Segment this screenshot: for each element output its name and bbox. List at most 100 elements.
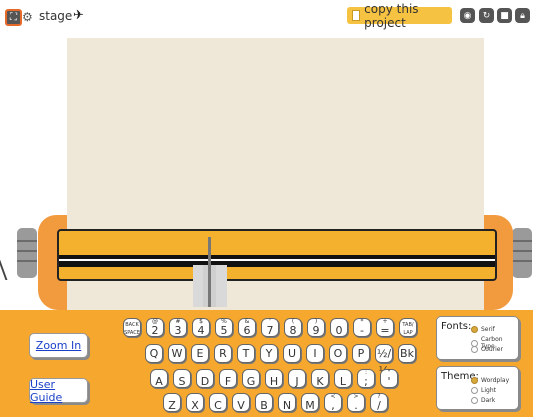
key-label: 0 — [335, 324, 343, 337]
key-label: . — [354, 399, 358, 412]
font-option-serif[interactable]: Serif — [471, 326, 495, 333]
key-label: B — [260, 399, 268, 412]
key-label: ' — [387, 375, 391, 388]
key-row3-8[interactable]: L — [334, 369, 352, 388]
key-row2-3[interactable]: R — [214, 344, 232, 363]
key-row1-8[interactable]: ) 9 — [307, 318, 325, 337]
turbo-icon[interactable]: ↻ — [479, 8, 494, 23]
theme-option-label: Wordplay — [481, 377, 510, 384]
key-label: Bk — [400, 347, 414, 360]
key-row3-3[interactable]: F — [219, 369, 237, 388]
key-label: Q — [149, 347, 159, 360]
key-row1-12[interactable]: TAB/LAP — [399, 318, 417, 337]
key-row2-1[interactable]: W — [168, 344, 186, 363]
key-label: 5 — [220, 324, 228, 337]
document-icon — [352, 10, 361, 21]
font-option-courier[interactable]: Courier — [471, 346, 503, 353]
key-row4-3[interactable]: V — [232, 393, 250, 412]
key-row1-5[interactable]: & 6 — [238, 318, 256, 337]
key-row4-5[interactable]: N — [278, 393, 296, 412]
key-row3-5[interactable]: H — [265, 369, 283, 388]
copy-project-button[interactable]: copy this project — [347, 2, 452, 30]
radio-icon[interactable] — [471, 377, 478, 384]
key-row4-1[interactable]: X — [186, 393, 204, 412]
zoom-in-button[interactable]: Zoom In — [29, 333, 88, 358]
key-row3-7[interactable]: K — [311, 369, 329, 388]
user-guide-button[interactable]: User Guide — [29, 378, 88, 404]
key-row2-11[interactable]: Bk — [398, 344, 416, 363]
key-label: L — [339, 375, 347, 388]
script-icon[interactable]: ⚙ — [22, 10, 33, 24]
key-label: V — [237, 399, 245, 412]
key-row4-7[interactable]: <, — [324, 393, 342, 412]
key-row2-4[interactable]: T — [237, 344, 255, 363]
key-row2-5[interactable]: Y — [260, 344, 278, 363]
key-row1-9[interactable]: 0 — [330, 318, 348, 337]
theme-option-wordplay[interactable]: Wordplay — [471, 377, 509, 384]
key-row1-4[interactable]: % 5 — [215, 318, 233, 337]
key-row1-10[interactable]: * - — [353, 318, 371, 337]
right-carriage-knob[interactable] — [512, 228, 532, 278]
typing-indicator — [208, 237, 211, 307]
radio-icon[interactable] — [471, 326, 478, 333]
key-row3-9[interactable]: :; — [357, 369, 375, 388]
radio-icon[interactable] — [471, 346, 478, 353]
key-row2-2[interactable]: E — [191, 344, 209, 363]
eye-icon[interactable]: ◉ — [460, 8, 475, 23]
key-row3-6[interactable]: J — [288, 369, 306, 388]
key-label: X — [191, 399, 199, 412]
key-row4-8[interactable]: >. — [347, 393, 365, 412]
key-row3-4[interactable]: G — [242, 369, 260, 388]
key-label: D — [200, 375, 210, 388]
key-label: W — [171, 347, 183, 360]
key-label: SPACE — [124, 330, 140, 336]
key-label: S — [178, 375, 186, 388]
key-label: T — [242, 347, 250, 360]
paper-guide-right — [216, 265, 227, 307]
key-label: LAP — [403, 330, 413, 336]
key-row2-6[interactable]: U — [283, 344, 301, 363]
key-row3-1[interactable]: S — [173, 369, 191, 388]
key-row4-6[interactable]: M — [301, 393, 319, 412]
key-label: 2 — [151, 324, 159, 337]
key-row4-9[interactable]: ? / — [370, 393, 388, 412]
radio-icon[interactable] — [471, 397, 478, 404]
key-label: 9 — [312, 324, 320, 337]
key-label: 8 — [289, 324, 297, 337]
theme-option-dark[interactable]: Dark — [471, 397, 495, 404]
lock-icon[interactable]: 🔒︎ — [515, 8, 530, 23]
fullscreen-icon[interactable]: ⛶ — [5, 9, 22, 26]
key-row4-2[interactable]: C — [209, 393, 227, 412]
key-row2-8[interactable]: O — [329, 344, 347, 363]
key-label: 3 — [174, 324, 182, 337]
key-row4-4[interactable]: B — [255, 393, 273, 412]
theme-panel: Theme: Wordplay Light Dark — [436, 366, 519, 410]
key-row1-11[interactable]: + = — [376, 318, 394, 337]
radio-icon[interactable] — [471, 387, 478, 394]
key-row3-0[interactable]: A — [150, 369, 168, 388]
platen-roller — [59, 255, 495, 267]
key-label: 6 — [243, 324, 251, 337]
key-row3-10[interactable]: " ' — [380, 369, 398, 388]
key-row2-7[interactable]: I — [306, 344, 324, 363]
key-row2-9[interactable]: P — [352, 344, 370, 363]
stage-sprite-icon[interactable]: ✈ — [73, 8, 84, 23]
key-row2-0[interactable]: Q — [145, 344, 163, 363]
key-label: E — [196, 347, 204, 360]
left-carriage-knob[interactable] — [17, 228, 37, 278]
theme-option-light[interactable]: Light — [471, 387, 496, 394]
key-label: N — [282, 399, 292, 412]
key-row3-2[interactable]: D — [196, 369, 214, 388]
key-row2-10[interactable]: ½/¼ — [375, 344, 393, 377]
key-row4-0[interactable]: Z — [163, 393, 181, 412]
key-row1-2[interactable]: #3 — [169, 318, 187, 337]
key-label: = — [380, 324, 390, 337]
key-row1-7[interactable]: (8 — [284, 318, 302, 337]
key-row1-6[interactable]: ' 7 — [261, 318, 279, 337]
key-label: H — [269, 375, 279, 388]
key-row1-1[interactable]: @2 — [146, 318, 164, 337]
key-row1-0[interactable]: BACK SPACE — [123, 318, 141, 337]
stop-icon[interactable]: ■ — [497, 8, 512, 23]
key-label: R — [219, 347, 227, 360]
key-row1-3[interactable]: $4 — [192, 318, 210, 337]
